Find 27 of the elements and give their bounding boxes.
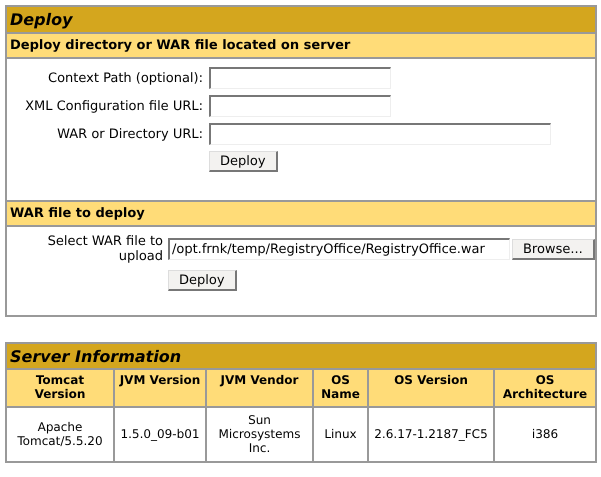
field-label: Context Path (optional): — [47, 70, 203, 86]
file-path-field[interactable]: /opt.frnk/temp/RegistryOffice/RegistryOffice.war — [168, 238, 510, 260]
column-header: OS Version — [368, 369, 494, 407]
field-label: WAR or Directory URL: — [56, 126, 203, 142]
field-label: XML Configuration file URL: — [24, 98, 203, 114]
table-cell: i386 — [494, 407, 596, 462]
column-header: JVM Version — [114, 369, 206, 407]
deploy-button[interactable]: Deploy — [209, 151, 278, 172]
input-field[interactable] — [209, 95, 391, 117]
table-cell: Linux — [313, 407, 368, 462]
section-header: Deploy directory or WAR file located on server — [7, 34, 595, 59]
section-header: WAR file to deploy — [7, 200, 595, 227]
table-cell: 2.6.17-1.2187_FC5 — [368, 407, 494, 462]
browse-button[interactable]: Browse... — [512, 238, 595, 260]
table-cell: Apache Tomcat/5.5.20 — [6, 407, 114, 462]
column-header: Tomcat Version — [6, 369, 114, 407]
deploy-button[interactable]: Deploy — [168, 270, 237, 291]
table-cell: Sun Microsystems Inc. — [206, 407, 313, 462]
column-header: JVM Vendor — [206, 369, 313, 407]
field-label: Select WAR file to upload — [46, 234, 163, 264]
table-cell: 1.5.0_09-b01 — [114, 407, 206, 462]
input-field[interactable] — [209, 67, 391, 89]
column-header: OS Architecture — [494, 369, 596, 407]
column-header: OS Name — [313, 369, 368, 407]
section-title: Deploy — [7, 7, 595, 34]
input-field[interactable] — [209, 123, 551, 145]
table-title: Server Information — [6, 343, 596, 369]
